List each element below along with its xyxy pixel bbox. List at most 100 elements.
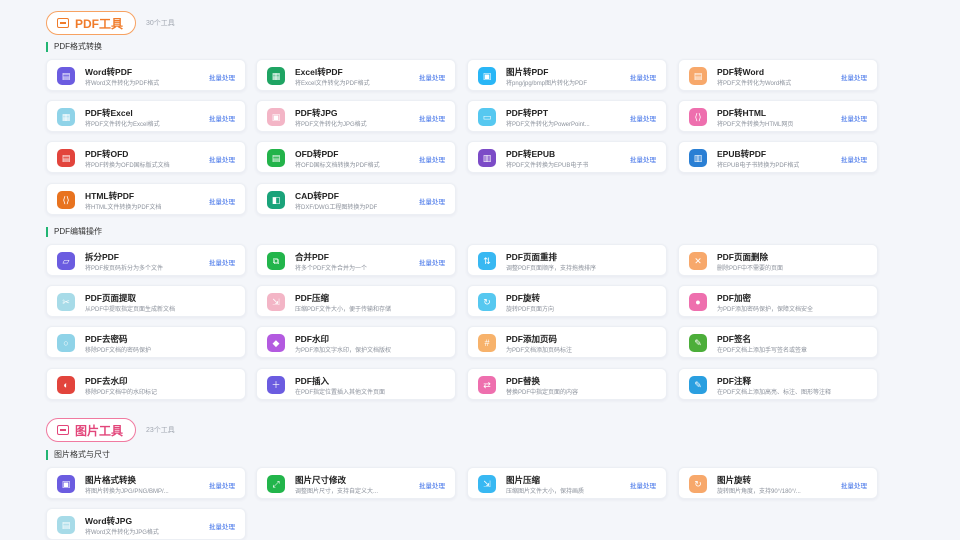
tool-card-epub2pdf[interactable]: ▥ EPUB转PDF 将EPUB电子书转换为PDF格式 批量处理 <box>678 141 878 173</box>
batch-process-link[interactable]: 批量处理 <box>209 257 235 267</box>
tool-card-imgconv[interactable]: ▣ 图片格式转换 将图片转换为JPG/PNG/BMP/... 批量处理 <box>46 467 246 499</box>
code-icon: ⟨⟩ <box>689 108 707 126</box>
compress-icon: ⇲ <box>267 293 285 311</box>
tool-card-ofd2pdf[interactable]: ▤ OFD转PDF 将OFD国标文档转换为PDF格式 批量处理 <box>256 141 456 173</box>
batch-process-link[interactable]: 批量处理 <box>209 72 235 82</box>
tool-title: HTML转PDF <box>85 191 135 201</box>
tool-card-merge[interactable]: ⧉ 合并PDF 将多个PDF文件合并为一个 批量处理 <box>256 244 456 276</box>
signature-icon: ✎ <box>689 334 707 352</box>
tool-card-encrypt[interactable]: ● PDF加密 为PDF添加密码保护，保障文档安全 <box>678 285 878 317</box>
tool-card-extract[interactable]: ✂ PDF页面提取 从PDF中提取指定页面生成新文档 <box>46 285 246 317</box>
tool-card-decrypt[interactable]: ○ PDF去密码 移除PDF文档的密码保护 <box>46 326 246 358</box>
batch-process-link[interactable]: 批量处理 <box>630 154 656 164</box>
tool-card-pdf2ofd[interactable]: ▤ PDF转OFD 将PDF转换为OFD国标版式文档 批量处理 <box>46 141 246 173</box>
tool-description: 将DXF/DWG工程图转换为PDF <box>295 205 378 211</box>
tool-card-reorder[interactable]: ⇅ PDF页面重排 调整PDF页面顺序，支持拖拽排序 <box>467 244 667 276</box>
batch-process-link[interactable]: 批量处理 <box>419 480 445 490</box>
tool-card-excel2pdf[interactable]: ▦ Excel转PDF 将Excel文件转化为PDF格式 批量处理 <box>256 59 456 91</box>
tool-card-pdf2ppt[interactable]: ▭ PDF转PPT 将PDF文件转化为PowerPoint... 批量处理 <box>467 100 667 132</box>
image-tools-label: 图片工具 <box>75 423 124 438</box>
tool-description: 调整图片尺寸，支持自定义大... <box>295 489 379 495</box>
tool-title: PDF签名 <box>717 334 752 344</box>
tool-card-imgresize[interactable]: ⤢ 图片尺寸修改 调整图片尺寸，支持自定义大... 批量处理 <box>256 467 456 499</box>
tool-card-watermark[interactable]: ◆ PDF水印 为PDF添加文字水印，保护文档版权 <box>256 326 456 358</box>
tool-description: 在PDF文档上添加手写签名或签章 <box>717 348 808 354</box>
tool-title: PDF注释 <box>717 376 752 386</box>
tool-card-replace[interactable]: ⇄ PDF替换 替换PDF中指定页面的内容 <box>467 368 667 400</box>
tool-description: 旋转PDF页面方向 <box>506 307 555 313</box>
tool-card-pdf2word[interactable]: ▤ PDF转Word 将PDF文件转化为Word格式 批量处理 <box>678 59 878 91</box>
tool-card-html2pdf[interactable]: ⟨⟩ HTML转PDF 将HTML文件转换为PDF文档 批量处理 <box>46 183 246 215</box>
batch-process-link[interactable]: 批量处理 <box>841 72 867 82</box>
tool-card-delpage[interactable]: ✕ PDF页面删除 删除PDF中不需要的页面 <box>678 244 878 276</box>
image-tools-count: 23个工具 <box>146 427 175 434</box>
tool-title: Excel转PDF <box>295 67 343 77</box>
tool-card-pagenum[interactable]: # PDF添加页码 为PDF文档添加页码标注 <box>467 326 667 358</box>
tool-title: 图片尺寸修改 <box>295 475 347 485</box>
section-title-img-format: 图片格式与尺寸 <box>46 450 110 460</box>
batch-process-link[interactable]: 批量处理 <box>841 480 867 490</box>
tool-card-sign[interactable]: ✎ PDF签名在PDF文档上添加手写签名或签章 <box>678 326 878 358</box>
book-icon: ▥ <box>689 149 707 167</box>
batch-process-link[interactable]: 批量处理 <box>419 72 445 82</box>
tool-card-split[interactable]: ▱ 拆分PDF 将PDF按页码拆分为多个文件 批量处理 <box>46 244 246 276</box>
tool-description: 将图片转换为JPG/PNG/BMP/... <box>85 489 169 495</box>
tool-card-imgrotate[interactable]: ↻ 图片旋转 旋转图片角度，支持90°/180°/... 批量处理 <box>678 467 878 499</box>
tool-description: 移除PDF文档的密码保护 <box>85 348 152 354</box>
batch-process-link[interactable]: 批量处理 <box>841 154 867 164</box>
tool-card-insert[interactable]: ＋ PDF插入 在PDF指定位置插入其他文件页面 <box>256 368 456 400</box>
batch-process-link[interactable]: 批量处理 <box>419 113 445 123</box>
tool-description: 为PDF添加文字水印，保护文档版权 <box>295 348 392 354</box>
tool-card-word2jpg[interactable]: ▤ Word转JPG 将Word文件转化为JPG格式 批量处理 <box>46 508 246 540</box>
batch-process-link[interactable]: 批量处理 <box>419 154 445 164</box>
tool-title: 图片转PDF <box>506 67 549 77</box>
tool-description: 将Word文件转化为JPG格式 <box>85 530 159 536</box>
batch-process-link[interactable]: 批量处理 <box>419 257 445 267</box>
batch-process-link[interactable]: 批量处理 <box>630 113 656 123</box>
tool-title: PDF去水印 <box>85 376 128 386</box>
batch-process-link[interactable]: 批量处理 <box>209 113 235 123</box>
tool-description: 旋转图片角度，支持90°/180°/... <box>717 489 801 495</box>
document-icon: ▤ <box>267 149 285 167</box>
compress-icon: ⇲ <box>478 475 496 493</box>
section-title-pdf-edit: PDF编辑操作 <box>46 227 102 237</box>
tool-description: 将Word文件转化为PDF格式 <box>85 81 160 87</box>
tool-card-imgcompress[interactable]: ⇲ 图片压缩 压缩图片文件大小，保持画质 批量处理 <box>467 467 667 499</box>
tool-title: EPUB转PDF <box>717 149 767 159</box>
slides-icon: ▭ <box>478 108 496 126</box>
batch-process-link[interactable]: 批量处理 <box>209 480 235 490</box>
lock-icon: ● <box>689 293 707 311</box>
tool-card-img2pdf[interactable]: ▣ 图片转PDF 将png/jpg/bmp图片转化为PDF 批量处理 <box>467 59 667 91</box>
stamp-icon: ◆ <box>267 334 285 352</box>
image-tools-tab[interactable]: 图片工具 <box>46 418 137 442</box>
batch-process-link[interactable]: 批量处理 <box>419 196 445 206</box>
batch-process-link[interactable]: 批量处理 <box>630 480 656 490</box>
tool-card-annotate[interactable]: ✎ PDF注释 在PDF文档上添加高亮、标注、图形等注释 <box>678 368 878 400</box>
batch-process-link[interactable]: 批量处理 <box>841 113 867 123</box>
tool-card-pdf2jpg[interactable]: ▣ PDF转JPG 将PDF文件转化为JPG格式 批量处理 <box>256 100 456 132</box>
pen-icon: ✎ <box>689 376 707 394</box>
tool-card-cad2pdf[interactable]: ◧ CAD转PDF 将DXF/DWG工程图转换为PDF 批量处理 <box>256 183 456 215</box>
tool-description: 调整PDF页面顺序，支持拖拽排序 <box>506 266 597 272</box>
pdf-group-header: PDF工具 30个工具 <box>46 11 175 35</box>
tool-card-pdf2html[interactable]: ⟨⟩ PDF转HTML 将PDF文件转换为HTML网页 批量处理 <box>678 100 878 132</box>
replace-icon: ⇄ <box>478 376 496 394</box>
tool-card-compress[interactable]: ⇲ PDF压缩 压缩PDF文件大小，便于传输和存储 <box>256 285 456 317</box>
tool-card-rotate[interactable]: ↻ PDF旋转 旋转PDF页面方向 <box>467 285 667 317</box>
tool-description: 将OFD国标文档转换为PDF格式 <box>295 163 380 169</box>
tool-title: 图片旋转 <box>717 475 752 485</box>
tool-card-pdf2epub[interactable]: ▥ PDF转EPUB 将PDF文件转换为EPUB电子书 批量处理 <box>467 141 667 173</box>
tool-card-pdf2excel[interactable]: ▦ PDF转Excel 将PDF文件转化为Excel格式 批量处理 <box>46 100 246 132</box>
tool-card-dewatermark[interactable]: ◐ PDF去水印 移除PDF文档中的水印标记 <box>46 368 246 400</box>
tool-description: 在PDF指定位置插入其他文件页面 <box>295 390 386 396</box>
pdf-tools-tab[interactable]: PDF工具 <box>46 11 137 35</box>
book-icon: ▥ <box>478 149 496 167</box>
tool-title: PDF加密 <box>717 293 752 303</box>
batch-process-link[interactable]: 批量处理 <box>209 521 235 531</box>
tool-title: 拆分PDF <box>85 252 120 262</box>
batch-process-link[interactable]: 批量处理 <box>209 196 235 206</box>
batch-process-link[interactable]: 批量处理 <box>209 154 235 164</box>
document-icon: ▤ <box>57 516 75 534</box>
batch-process-link[interactable]: 批量处理 <box>630 72 656 82</box>
tool-card-word2pdf[interactable]: ▤ Word转PDF 将Word文件转化为PDF格式 批量处理 <box>46 59 246 91</box>
